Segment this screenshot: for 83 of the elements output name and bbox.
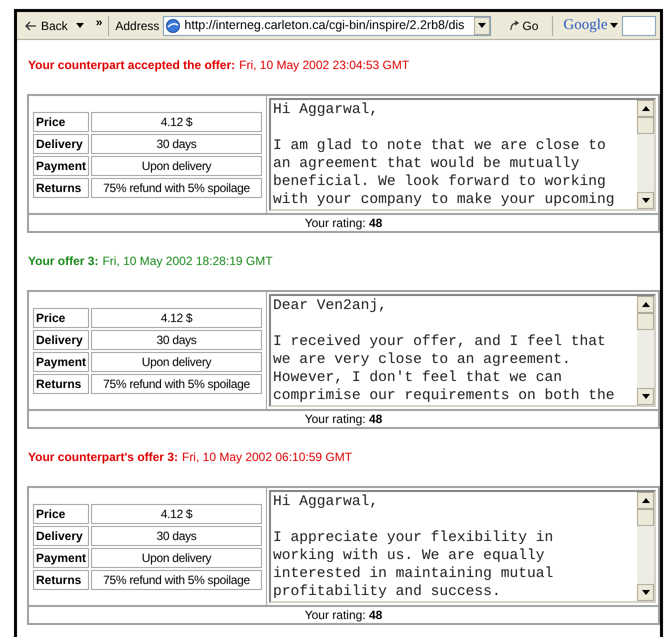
offer-date: Fri, 10 May 2002 23:04:53 GMT — [239, 57, 410, 74]
message-line: I appreciate your flexibility in — [273, 529, 554, 547]
term-name-cell: Delivery — [33, 330, 90, 350]
go-arrow-icon — [509, 20, 520, 31]
term-value-cell: 30 days — [91, 526, 262, 546]
search-brand-button[interactable]: Google — [563, 14, 618, 36]
message-greeting: Hi Aggarwal, — [273, 101, 380, 120]
scroll-up-button[interactable] — [637, 296, 654, 313]
term-name-cell: Returns — [33, 178, 90, 198]
offer-date: Fri, 10 May 2002 06:10:59 GMT — [182, 449, 352, 466]
scroll-up-icon — [642, 498, 650, 503]
scroll-thumb[interactable] — [637, 313, 654, 330]
message-greeting: Hi Aggarwal, — [273, 493, 380, 512]
term-name-cell: Returns — [33, 374, 90, 394]
rating-text: Your rating: 48 — [304, 215, 382, 232]
toolbar-overflow-button[interactable]: » — [96, 12, 102, 30]
dropdown-caret-icon[interactable] — [76, 23, 84, 28]
message-line: with your company to make your upcoming — [273, 191, 616, 209]
scroll-down-button[interactable] — [637, 584, 654, 601]
scroll-up-button[interactable] — [637, 100, 654, 117]
scroll-down-icon — [642, 590, 650, 595]
message-line: However, I don't feel that we can — [273, 369, 564, 387]
message-line: I am glad to note that we are close to — [273, 137, 607, 155]
message-textarea[interactable]: Dear Ven2anj, I received your offer, and I feel that we are very close to an agreement. However, I don't feel that we can comprimise our requirements on both the — [269, 294, 656, 407]
scroll-up-icon — [642, 106, 650, 111]
offer-heading: Your offer 3: — [28, 253, 98, 270]
message-line: interested in maintaining mutual — [273, 565, 554, 583]
scrollbar[interactable] — [637, 296, 654, 405]
message-textarea[interactable]: Hi Aggarwal, I am glad to note that we are close to an agreement that would be mutually beneficial. We look forward to working with your company to make your upcoming — [269, 98, 656, 211]
caret-icon — [478, 23, 486, 28]
term-value-cell: 75% refund with 5% spoilage — [91, 374, 262, 394]
offer-heading: Your counterpart accepted the offer: — [28, 57, 236, 74]
term-name-cell: Price — [33, 504, 90, 524]
term-value-cell: 75% refund with 5% spoilage — [91, 570, 262, 590]
address-label: Address — [115, 18, 160, 34]
rating-text: Your rating: 48 — [304, 607, 382, 624]
term-name-cell: Returns — [33, 570, 90, 590]
scroll-up-button[interactable] — [637, 492, 654, 509]
offer-heading: Your counterpart's offer 3: — [28, 449, 178, 466]
search-field[interactable] — [622, 16, 656, 36]
message-line: comprimise our requirements on both the — [273, 387, 616, 405]
term-value-cell: Upon delivery — [91, 548, 262, 568]
message-textarea[interactable]: Hi Aggarwal, I appreciate your flexibility in working with us. We are equally interested in maintaining mutual profitability and success. — [269, 490, 656, 603]
term-name-cell: Delivery — [33, 134, 90, 154]
term-name-cell: Payment — [33, 548, 90, 568]
term-value-cell: 4.12 $ — [91, 504, 262, 524]
message-line: an agreement that would be mutually — [273, 155, 581, 173]
back-arrow-icon — [25, 20, 37, 30]
page-icon — [165, 18, 182, 34]
message-line: profitability and success. — [273, 583, 502, 601]
message-line: I received your offer, and I feel that — [273, 333, 607, 351]
message-line: working with us. We are equally — [273, 547, 546, 565]
scrollbar[interactable] — [637, 492, 654, 601]
term-value-cell: 4.12 $ — [91, 308, 262, 328]
scroll-down-icon — [642, 394, 650, 399]
term-name-cell: Payment — [33, 156, 90, 176]
term-value-cell: 30 days — [91, 134, 262, 154]
term-value-cell: Upon delivery — [91, 352, 262, 372]
scroll-down-icon — [642, 198, 650, 203]
dropdown-caret-icon — [610, 23, 618, 28]
scroll-down-button[interactable] — [637, 192, 654, 209]
term-name-cell: Price — [33, 112, 90, 132]
dropdown-button[interactable] — [474, 16, 490, 34]
term-value-cell: Upon delivery — [91, 156, 262, 176]
back-button[interactable]: Back — [21, 14, 72, 36]
term-value-cell: 4.12 $ — [91, 112, 262, 132]
message-line: we are very close to an agreement. — [273, 351, 572, 369]
term-value-cell: 30 days — [91, 330, 262, 350]
term-name-cell: Payment — [33, 352, 90, 372]
term-name-cell: Price — [33, 308, 90, 328]
rating-text: Your rating: 48 — [304, 411, 382, 428]
address-field[interactable]: http://interneg.carleton.ca/cgi-bin/inspire/2.2rb8/dis — [163, 16, 492, 36]
term-name-cell: Delivery — [33, 526, 90, 546]
scroll-down-button[interactable] — [637, 388, 654, 405]
scroll-thumb[interactable] — [637, 117, 654, 134]
go-button[interactable]: Go — [505, 14, 542, 36]
message-line: beneficial. We look forward to working — [273, 173, 607, 191]
scroll-thumb[interactable] — [637, 509, 654, 526]
offer-date: Fri, 10 May 2002 18:28:19 GMT — [102, 253, 273, 270]
term-value-cell: 75% refund with 5% spoilage — [91, 178, 262, 198]
scroll-up-icon — [642, 302, 650, 307]
message-greeting: Dear Ven2anj, — [273, 297, 388, 316]
scrollbar[interactable] — [637, 100, 654, 209]
